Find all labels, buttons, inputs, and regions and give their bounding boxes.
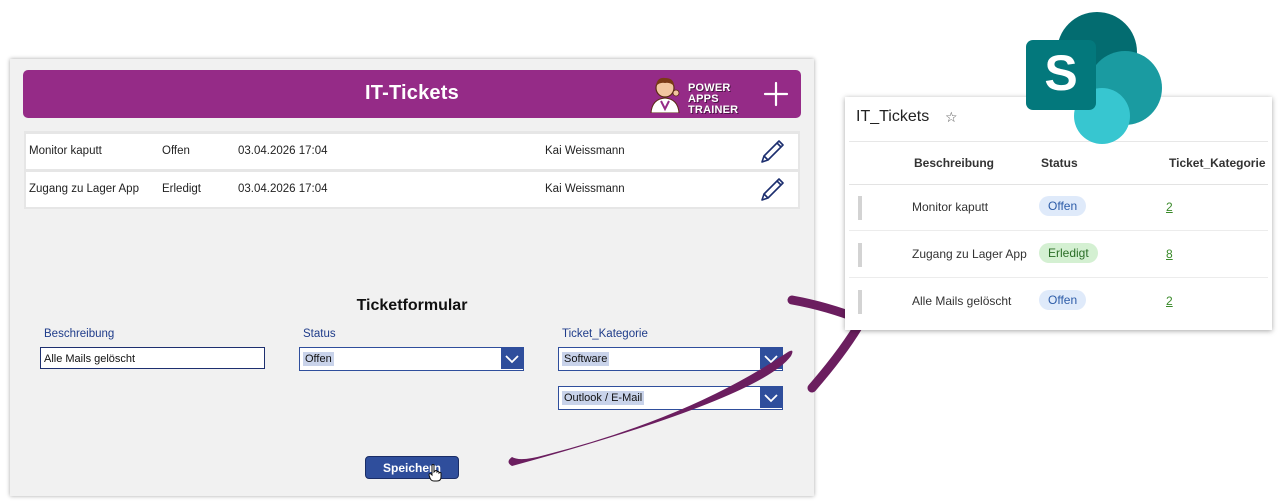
chevron-down-icon[interactable]	[501, 348, 523, 369]
unterkategorie-dropdown-value: Outlook / E-Mail	[562, 391, 645, 405]
ticket-gallery: Monitor kaputt Offen 03.04.2026 17:04 Ka…	[24, 131, 800, 209]
brand-line-1: POWER APPS	[688, 82, 731, 105]
brand-text: POWER APPS TRAINER	[688, 83, 758, 116]
star-icon[interactable]: ☆	[945, 109, 958, 126]
add-icon[interactable]	[763, 81, 789, 107]
beschreibung-label: Beschreibung	[44, 328, 115, 340]
row-beschreibung: Zugang zu Lager App	[912, 247, 1027, 261]
gallery-row[interactable]: Zugang zu Lager App Erledigt 03.04.2026 …	[26, 172, 798, 207]
column-header-status[interactable]: Status	[1041, 156, 1078, 170]
app-header: IT-Tickets POWER APPS TRAINER	[23, 70, 801, 118]
gallery-row[interactable]: Monitor kaputt Offen 03.04.2026 17:04 Ka…	[26, 134, 798, 169]
status-badge: Erledigt	[1039, 243, 1098, 263]
status-badge: Offen	[1039, 290, 1087, 310]
kategorie-label: Ticket_Kategorie	[562, 328, 648, 340]
row-datum: 03.04.2026 17:04	[238, 145, 328, 157]
row-select-bar[interactable]	[858, 196, 862, 220]
pencil-icon[interactable]	[758, 138, 786, 166]
svg-text:S: S	[1044, 45, 1077, 101]
list-row[interactable]: Monitor kaputt Offen 2	[849, 184, 1268, 231]
list-row[interactable]: Alle Mails gelöscht Offen 2	[849, 278, 1268, 324]
column-header-beschreibung[interactable]: Beschreibung	[914, 156, 994, 170]
list-header-row: Beschreibung Status Ticket_Kategorie	[849, 142, 1268, 185]
kategorie-link[interactable]: 8	[1166, 247, 1173, 261]
unterkategorie-dropdown[interactable]: Outlook / E-Mail	[558, 386, 783, 410]
row-beschreibung: Monitor kaputt	[912, 200, 989, 214]
row-beschreibung: Alle Mails gelöscht	[912, 294, 1012, 308]
row-status: Offen	[162, 145, 190, 157]
column-header-kategorie[interactable]: Ticket_Kategorie	[1169, 156, 1266, 170]
kategorie-link[interactable]: 2	[1166, 200, 1173, 214]
kategorie-dropdown-value: Software	[562, 352, 610, 366]
kategorie-dropdown[interactable]: Software	[558, 347, 783, 371]
chevron-down-icon[interactable]	[760, 387, 782, 408]
list-row[interactable]: Zugang zu Lager App Erledigt 8	[849, 231, 1268, 278]
power-apps-trainer-logo: POWER APPS TRAINER	[643, 75, 758, 116]
brand-line-2: TRAINER	[688, 104, 739, 116]
save-button[interactable]: Speichern	[365, 456, 459, 479]
mascot-icon	[650, 77, 680, 113]
power-apps-screen: IT-Tickets POWER APPS TRAINER Monitor ka…	[10, 59, 814, 496]
hand-cursor-icon	[428, 464, 442, 482]
status-dropdown[interactable]: Offen	[299, 347, 524, 371]
beschreibung-input[interactable]: Alle Mails gelöscht	[40, 347, 265, 369]
row-beschreibung: Monitor kaputt	[29, 145, 102, 157]
row-user: Kai Weissmann	[545, 145, 625, 157]
status-badge: Offen	[1039, 196, 1087, 216]
status-dropdown-value: Offen	[303, 352, 334, 366]
row-user: Kai Weissmann	[545, 183, 625, 195]
row-datum: 03.04.2026 17:04	[238, 183, 328, 195]
list-title: IT_Tickets	[856, 108, 930, 125]
kategorie-link[interactable]: 2	[1166, 294, 1173, 308]
row-status: Erledigt	[162, 183, 201, 195]
status-label: Status	[303, 328, 336, 340]
sharepoint-logo-icon: S	[1026, 12, 1162, 144]
row-select-bar[interactable]	[858, 290, 862, 314]
row-select-bar[interactable]	[858, 243, 862, 267]
pencil-icon[interactable]	[758, 176, 786, 204]
chevron-down-icon[interactable]	[760, 348, 782, 369]
form-title: Ticketformular	[356, 297, 468, 314]
list-view: Beschreibung Status Ticket_Kategorie Mon…	[849, 141, 1268, 328]
row-beschreibung: Zugang zu Lager App	[29, 183, 139, 195]
